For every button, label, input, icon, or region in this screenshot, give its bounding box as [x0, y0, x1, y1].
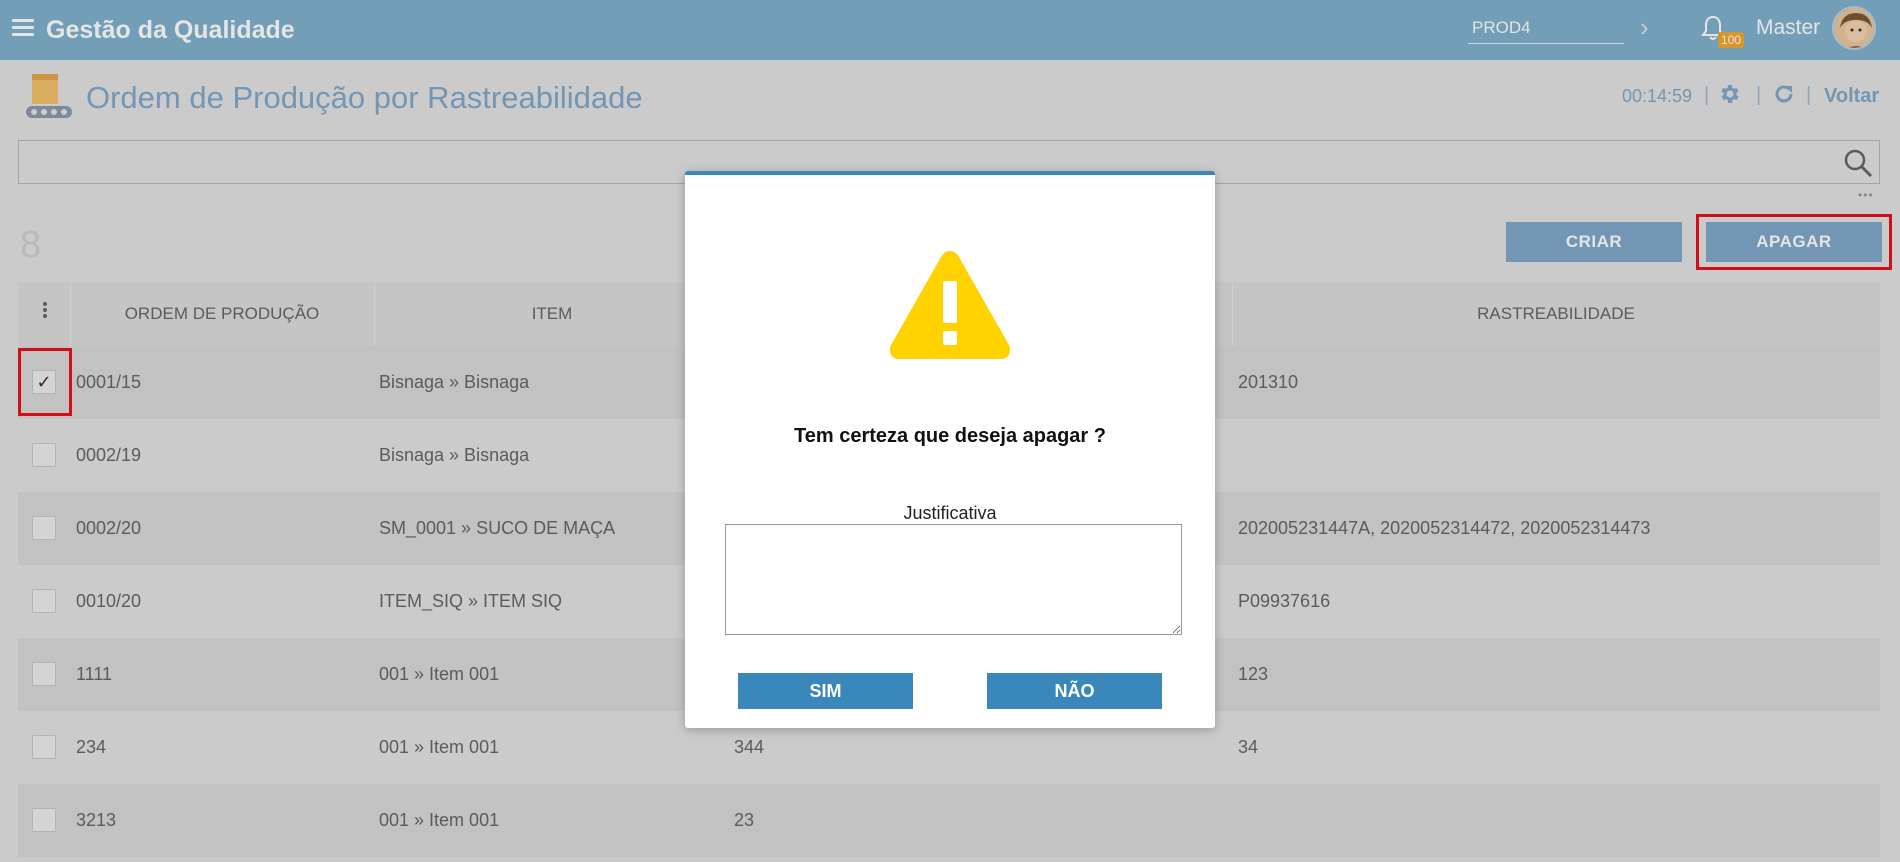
confirm-delete-dialog: Tem certeza que deseja apagar ? Justific… [685, 171, 1215, 728]
justification-textarea[interactable] [725, 524, 1182, 635]
no-button[interactable]: NÃO [987, 673, 1162, 709]
yes-button[interactable]: SIM [738, 673, 913, 709]
dialog-message: Tem certeza que deseja apagar ? [794, 425, 1106, 447]
warning-icon [885, 245, 1015, 370]
justification-label: Justificativa [903, 503, 997, 523]
